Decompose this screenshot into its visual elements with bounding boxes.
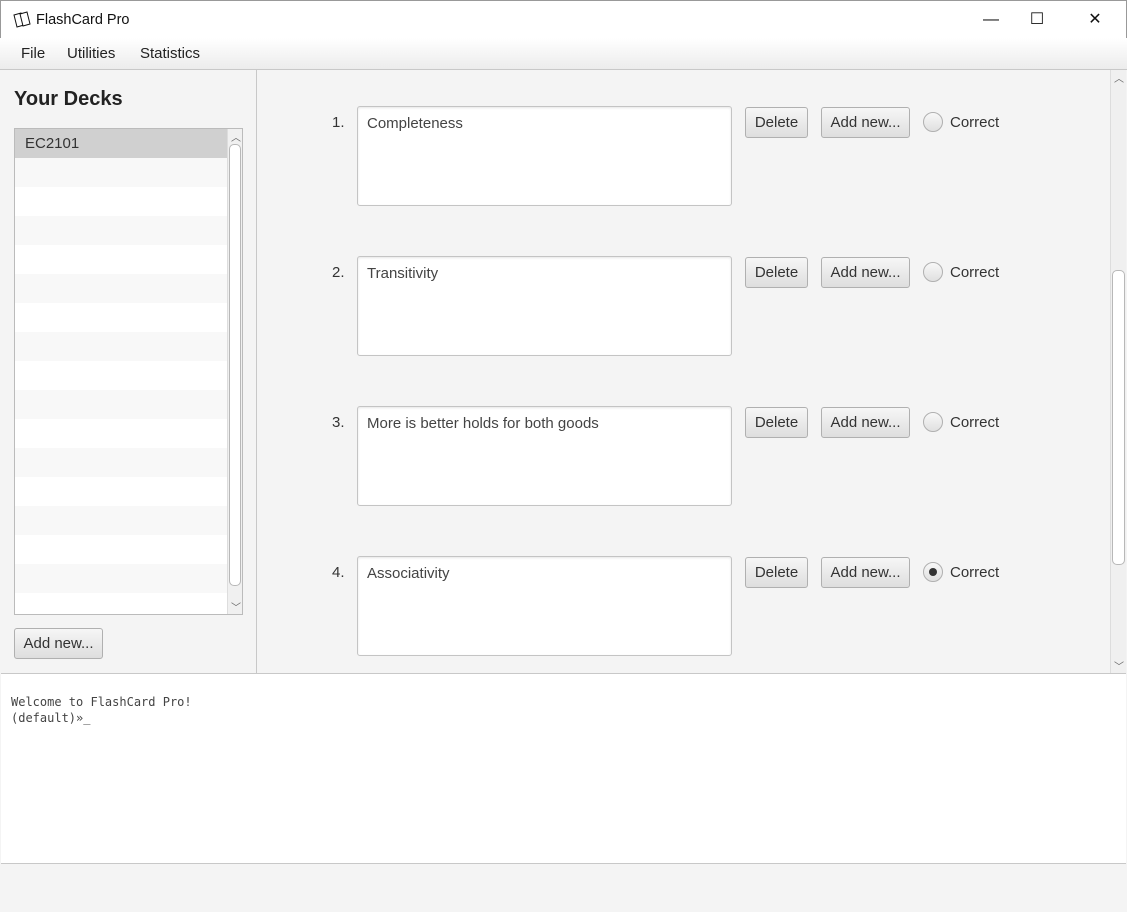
deck-list-item — [15, 216, 227, 245]
correct-label: Correct — [950, 414, 1000, 431]
scrollbar-thumb[interactable] — [1112, 270, 1125, 565]
deck-list-item — [15, 361, 227, 390]
delete-button[interactable]: Delete — [745, 257, 808, 288]
deck-list-item — [15, 303, 227, 332]
deck-list-item[interactable]: EC2101 — [15, 129, 227, 158]
card-number: 4. — [332, 564, 345, 581]
maximize-button[interactable]: ☐ — [1014, 1, 1060, 39]
deck-list[interactable]: EC2101 ︿ ﹀ — [14, 128, 243, 615]
console-line: (default)»_ — [11, 711, 91, 725]
deck-list-item — [15, 274, 227, 303]
correct-radio[interactable] — [923, 562, 943, 582]
deck-list-item — [15, 477, 227, 506]
decks-panel: Your Decks EC2101 ︿ ﹀ Add new... — [1, 70, 257, 673]
correct-label: Correct — [950, 114, 1000, 131]
add-new-button[interactable]: Add new... — [821, 407, 910, 438]
deck-list-item — [15, 448, 227, 477]
window-title: FlashCard Pro — [36, 12, 130, 28]
deck-list-item — [15, 593, 227, 614]
radio-selected-dot — [929, 568, 937, 576]
deck-list-item — [15, 245, 227, 274]
scrollbar-thumb[interactable] — [229, 144, 241, 586]
console-output[interactable]: Welcome to FlashCard Pro! (default)»_ — [1, 673, 1126, 864]
scroll-down-icon[interactable]: ﹀ — [1114, 658, 1124, 673]
deck-list-item — [15, 564, 227, 593]
deck-list-item — [15, 332, 227, 361]
scroll-up-icon[interactable]: ︿ — [1114, 70, 1124, 85]
card-number: 1. — [332, 114, 345, 131]
card-number: 3. — [332, 414, 345, 431]
cards-icon — [13, 11, 31, 28]
correct-radio[interactable] — [923, 112, 943, 132]
correct-label: Correct — [950, 564, 1000, 581]
deck-list-item — [15, 158, 227, 187]
card-row: 3. More is better holds for both goods D… — [258, 406, 1108, 508]
card-row: 2. Transitivity Delete Add new... Correc… — [258, 256, 1108, 358]
card-answer-input[interactable]: Transitivity — [357, 256, 732, 356]
menu-bar: File Utilities Statistics — [0, 38, 1127, 70]
deck-list-item — [15, 187, 227, 216]
scroll-up-icon[interactable]: ︿ — [231, 129, 241, 144]
menu-statistics[interactable]: Statistics — [140, 45, 200, 62]
correct-radio[interactable] — [923, 262, 943, 282]
console-line: Welcome to FlashCard Pro! — [11, 695, 192, 709]
card-answer-input[interactable]: Completeness — [357, 106, 732, 206]
delete-button[interactable]: Delete — [745, 557, 808, 588]
delete-button[interactable]: Delete — [745, 107, 808, 138]
add-deck-button[interactable]: Add new... — [14, 628, 103, 659]
close-button[interactable]: ✕ — [1072, 1, 1118, 39]
card-answer-input[interactable]: More is better holds for both goods — [357, 406, 732, 506]
card-row: 1. Completeness Delete Add new... Correc… — [258, 106, 1108, 208]
cards-scrollbar[interactable]: ︿ ﹀ — [1110, 70, 1126, 673]
add-new-button[interactable]: Add new... — [821, 107, 910, 138]
correct-label: Correct — [950, 264, 1000, 281]
menu-utilities[interactable]: Utilities — [67, 45, 115, 62]
deck-list-item — [15, 390, 227, 419]
add-new-button[interactable]: Add new... — [821, 557, 910, 588]
cards-panel: 1. Completeness Delete Add new... Correc… — [258, 70, 1127, 673]
decks-title: Your Decks — [14, 88, 123, 110]
scroll-down-icon[interactable]: ﹀ — [231, 599, 241, 614]
title-bar: FlashCard Pro — ☐ ✕ — [0, 0, 1127, 38]
card-answer-input[interactable]: Associativity — [357, 556, 732, 656]
deck-list-item — [15, 535, 227, 564]
minimize-button[interactable]: — — [968, 1, 1014, 39]
deck-list-scrollbar[interactable]: ︿ ﹀ — [227, 129, 242, 614]
deck-list-item — [15, 506, 227, 535]
card-row: 4. Associativity Delete Add new... Corre… — [258, 556, 1108, 658]
deck-list-item — [15, 419, 227, 448]
delete-button[interactable]: Delete — [745, 407, 808, 438]
add-new-button[interactable]: Add new... — [821, 257, 910, 288]
correct-radio[interactable] — [923, 412, 943, 432]
card-number: 2. — [332, 264, 345, 281]
menu-file[interactable]: File — [21, 45, 45, 62]
